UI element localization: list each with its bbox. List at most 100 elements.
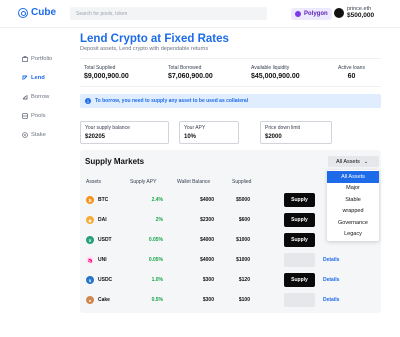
stat-available-liquidity: Available liquidity $45,000,900.00 [251,65,300,80]
sidebar-item-label: Borrow [31,93,50,100]
column-header: Supplied [232,179,252,185]
details-link[interactable]: Details [323,290,339,310]
dropdown-option-major[interactable]: Major [327,183,379,195]
supplied-amount: $5000 [236,197,250,203]
chevron-down-icon: ⌄ [363,158,369,165]
usdt-icon: ₮ [86,236,94,244]
sidebar-item-label: Pools [31,112,46,119]
filter-label: All Assets [336,158,360,165]
supplied-amount: $100 [238,297,250,303]
supply-button[interactable]: Supply [284,293,315,307]
stat-value: $45,000,900.00 [251,73,300,80]
details-link[interactable]: Details [323,270,339,290]
stat-value: 60 [347,73,356,80]
asset-cell: ◈ DAI [86,210,107,230]
stake-icon [22,131,28,138]
usdc-icon: $ [86,276,94,284]
supplied-amount: $600 [238,217,250,223]
cake-icon: ● [86,296,94,304]
page-subtitle: Deposit assets, Lend crypto with dependa… [80,46,209,52]
sidebar-item-pools[interactable]: Pools [22,106,72,125]
stats-bar: Total Supplied $9,000,900.00 Total Borro… [80,58,381,87]
supply-button[interactable]: Supply [284,193,315,207]
lend-icon [22,75,28,81]
page-title: Lend Crypto at Fixed Rates [80,33,229,45]
alert-text: To borrow, you need to supply any asset … [95,98,249,104]
asset-name: USDC [98,277,113,283]
panel-title: Supply Markets [85,157,145,166]
network-selector[interactable]: Polygon [291,8,332,20]
borrow-icon [22,94,28,100]
logo-text: Cube [31,7,56,18]
supply-apy: 1.0% [151,277,163,283]
dropdown-option-stable[interactable]: Stable [327,194,379,206]
asset-cell: $ USDC [86,270,112,290]
polygon-icon [295,11,301,17]
asset-name: BTC [98,197,109,203]
wallet-balance: $4000 [200,257,214,263]
table-row: 🦄︎ UNI 0.05% $4000 $1000 Supply Details [80,250,381,270]
table-row: $ USDC 1.0% $300 $120 Supply Details [80,270,381,290]
table-row: ● Cake 0.5% $300 $100 Supply Details [80,290,381,310]
field-value: 10% [184,134,197,140]
supply-button[interactable]: Supply [284,233,315,247]
stat-label: Active loans [338,65,365,71]
uni-icon: 🦄︎ [86,256,94,264]
dropdown-option-governance[interactable]: Governance [327,217,379,229]
sidebar-item-lend[interactable]: Lend [22,68,72,87]
wallet-balance: $2300 [200,217,214,223]
dropdown-option-wrapped[interactable]: wrapped [327,206,379,218]
info-icon: i [85,98,91,104]
column-header: Assets [86,179,102,185]
wallet-balance: $4000 [200,237,214,243]
sidebar-item-portfolio[interactable]: Portfolio [22,49,72,68]
search-input[interactable] [70,7,267,20]
sidebar-item-label: Stake [31,131,46,138]
sidebar: Portfolio Lend Borrow Pools Stake [22,49,72,144]
supply-apy: 0.5% [151,297,163,303]
stat-label: Available liquidity [251,65,290,71]
dropdown-option-legacy[interactable]: Legacy [327,229,379,241]
supply-button[interactable]: Supply [284,273,315,287]
dai-icon: ◈ [86,216,94,224]
asset-name: Cake [98,297,110,303]
asset-name: DAI [98,217,107,223]
dropdown-option-all-assets[interactable]: All Assets [327,171,379,183]
btc-icon: ₿ [86,196,94,204]
supply-apy: 2% [155,217,163,223]
supplied-amount: $120 [238,277,250,283]
asset-cell: ₮ USDT [86,230,112,250]
asset-name: UNI [98,257,107,263]
stat-label: Total Borrowed [168,65,202,71]
asset-filter-dropdown[interactable]: All Assets ⌄ [328,156,379,167]
portfolio-icon [22,55,28,62]
supply-apy: 0.05% [148,237,163,243]
details-link[interactable]: Details [323,250,339,270]
field-label: Your APY [184,125,206,131]
sidebar-item-label: Portfolio [31,55,53,62]
price-down-limit-field[interactable]: Price down limit $2000 [260,121,332,144]
logo[interactable]: Cube [18,7,56,18]
sidebar-item-stake[interactable]: Stake [22,125,72,144]
supply-button[interactable]: Supply [284,213,315,227]
avatar [334,7,344,18]
stat-total-borrowed: Total Borrowed $7,060,900.00 [168,65,213,80]
sidebar-item-label: Lend [31,74,45,81]
account-menu[interactable]: prince.eth $500,000 [334,6,374,20]
network-label: Polygon [304,11,328,17]
supply-button[interactable]: Supply [284,253,315,267]
field-label: Price down limit [265,125,301,131]
asset-name: USDT [98,237,112,243]
cube-logo-icon [18,7,28,18]
wallet-balance: $300 [202,297,214,303]
sidebar-item-borrow[interactable]: Borrow [22,87,72,106]
field-label: Your supply balance [85,125,130,131]
account-balance: $500,000 [347,12,375,20]
field-value: $2000 [265,134,282,140]
column-header: Supply APY [130,179,157,185]
field-value: $20205 [85,134,106,140]
column-header: Wallet Balance [177,179,211,185]
wallet-balance: $4000 [200,197,214,203]
supplied-amount: $1000 [236,237,250,243]
asset-filter-menu: All Assets Major Stable wrapped Governan… [327,170,379,241]
